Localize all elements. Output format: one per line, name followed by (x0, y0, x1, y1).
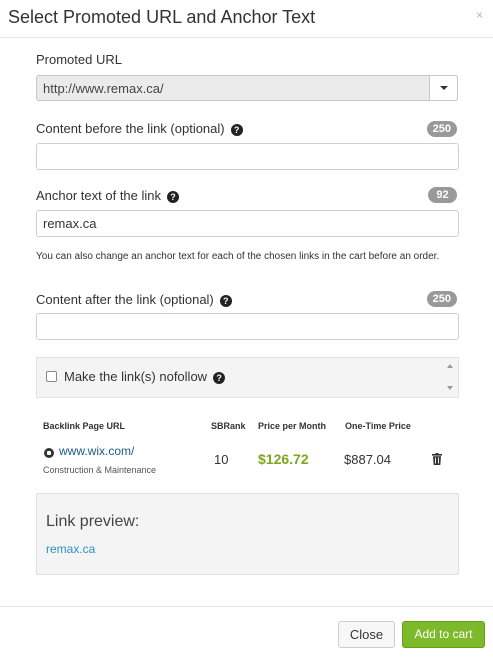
content-before-counter: 250 (426, 121, 457, 137)
column-header-url: Backlink Page URL (43, 421, 126, 431)
nofollow-label: Make the link(s) nofollow (64, 369, 208, 384)
help-icon[interactable]: ? (167, 191, 180, 203)
site-icon (44, 448, 54, 458)
promoted-url-label: Promoted URL (36, 52, 122, 67)
sbrank-value: 10 (214, 452, 229, 467)
scroll-down-icon[interactable] (447, 386, 453, 390)
link-preview-panel: Link preview: remax.ca (36, 493, 459, 575)
anchor-text-input[interactable] (36, 210, 459, 237)
column-header-price-once: One-Time Price (345, 421, 411, 431)
dialog-title: Select Promoted URL and Anchor Text (8, 7, 316, 27)
column-header-sbrank: SBRank (211, 421, 246, 431)
help-icon[interactable]: ? (219, 295, 232, 307)
backlink-url-link[interactable]: www.wix.com/ (59, 444, 134, 458)
trash-icon[interactable] (432, 453, 442, 465)
anchor-text-counter: 92 (428, 187, 457, 203)
scroll-up-icon[interactable] (447, 364, 453, 368)
backlink-category: Construction & Maintenance (43, 465, 157, 475)
help-icon[interactable]: ? (230, 124, 243, 136)
close-icon[interactable]: × (476, 8, 483, 22)
help-icon[interactable]: ? (213, 372, 226, 384)
content-before-input[interactable] (36, 143, 459, 170)
caret-down-icon (440, 86, 448, 90)
anchor-text-label-wrap: Anchor text of the link? (36, 188, 180, 203)
nofollow-checkbox[interactable] (46, 371, 57, 382)
link-preview-title: Link preview: (46, 513, 140, 530)
column-header-price-month: Price per Month (258, 421, 327, 431)
content-after-counter: 250 (426, 291, 457, 307)
link-preview-anchor[interactable]: remax.ca (46, 542, 95, 556)
one-time-price: $887.04 (344, 452, 391, 467)
dialog-footer: Close Add to cart (0, 606, 493, 657)
promoted-url-value: http://www.remax.ca/ (43, 81, 164, 96)
content-after-input[interactable] (36, 313, 459, 340)
anchor-text-hint: You can also change an anchor text for e… (36, 251, 440, 262)
dropdown-button[interactable] (429, 76, 457, 100)
content-after-label: Content after the link (optional) (36, 292, 214, 307)
dialog-header: Select Promoted URL and Anchor Text × (0, 0, 493, 38)
promoted-url-select[interactable]: http://www.remax.ca/ (36, 75, 458, 101)
close-button[interactable]: Close (338, 621, 395, 648)
content-before-label-wrap: Content before the link (optional)? (36, 121, 243, 136)
nofollow-label-wrap: Make the link(s) nofollow? (64, 369, 226, 384)
add-to-cart-button[interactable]: Add to cart (402, 621, 485, 648)
content-before-label: Content before the link (optional) (36, 121, 225, 136)
price-per-month: $126.72 (258, 451, 309, 467)
nofollow-panel: Make the link(s) nofollow? (36, 357, 459, 398)
content-after-label-wrap: Content after the link (optional)? (36, 292, 232, 307)
anchor-text-label: Anchor text of the link (36, 188, 162, 203)
